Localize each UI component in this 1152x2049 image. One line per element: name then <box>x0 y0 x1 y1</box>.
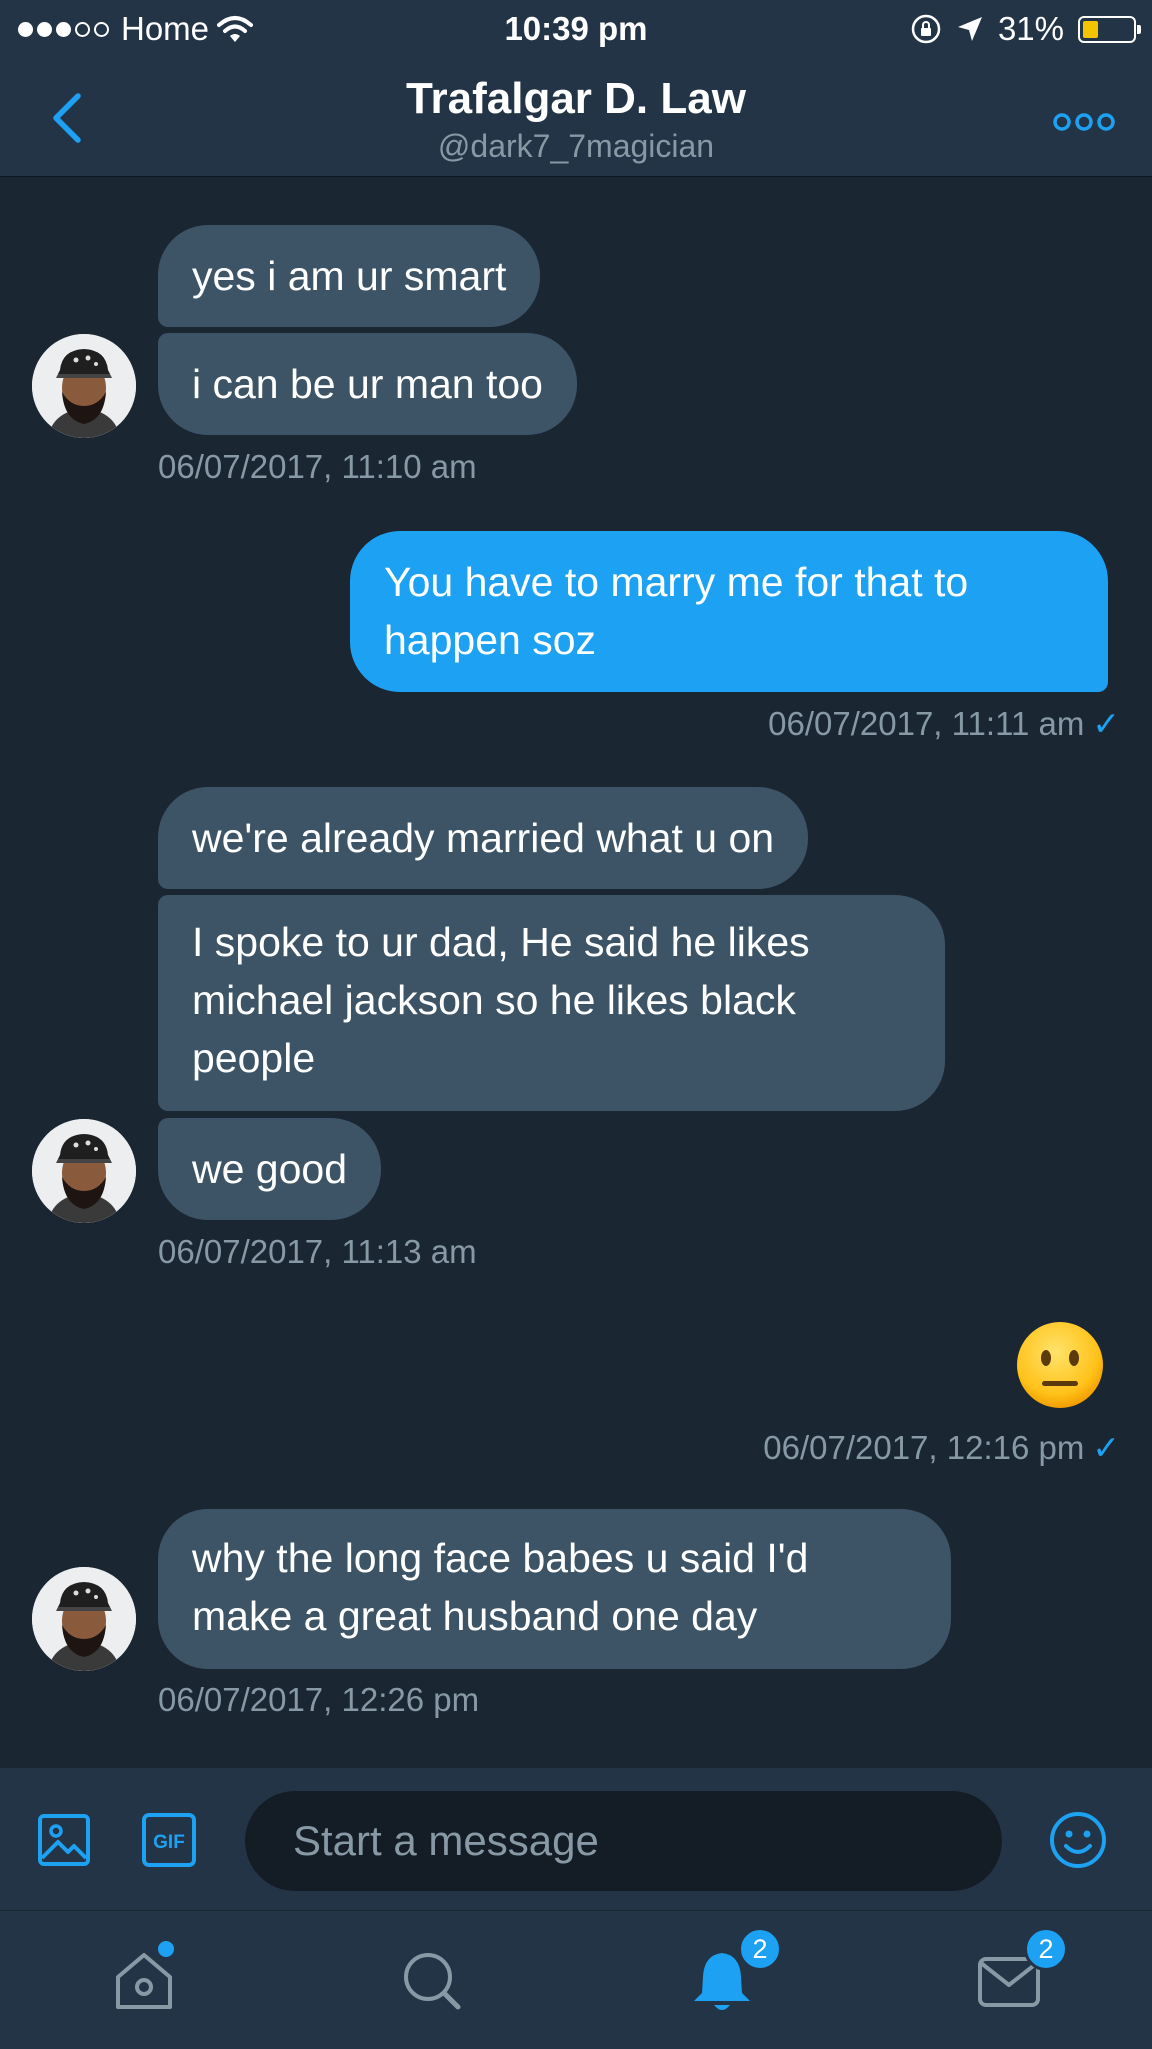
status-right: 31% <box>910 10 1141 48</box>
contact-handle[interactable]: @dark7_7magician <box>0 128 1152 165</box>
status-bar: Home 10:39 pm 31% <box>0 0 1152 58</box>
message-bubble-outgoing[interactable]: You have to marry me for that to happen … <box>350 531 1108 692</box>
battery-icon <box>1078 15 1141 43</box>
message-bubble-incoming[interactable]: I spoke to ur dad, He said he likes mich… <box>158 895 945 1111</box>
rotation-lock-icon <box>911 14 941 44</box>
message-list[interactable]: yes i am ur smart i can be ur man too 06… <box>0 176 1152 1768</box>
photo-icon[interactable] <box>36 1812 92 1868</box>
contact-name[interactable]: Trafalgar D. Law <box>0 74 1152 124</box>
location-arrow-icon <box>957 17 982 41</box>
tab-bar: 2 2 <box>0 1910 1152 2049</box>
tab-messages[interactable]: 2 <box>974 1927 1068 2017</box>
message-input[interactable] <box>245 1791 1002 1891</box>
neutral-face-emoji-icon[interactable] <box>1015 1320 1105 1410</box>
message-timestamp-outgoing: 06/07/2017, 12:16 pm ✓ <box>763 1428 1120 1467</box>
message-composer: GIF <box>0 1768 1152 1910</box>
timestamp-text: 06/07/2017, 11:11 am <box>768 705 1085 742</box>
timestamp-text: 06/07/2017, 12:16 pm <box>763 1429 1085 1466</box>
gif-label: GIF <box>153 1832 185 1853</box>
tab-notifications[interactable]: 2 <box>686 1927 782 2017</box>
emoji-picker-icon[interactable] <box>1048 1810 1108 1870</box>
tab-search[interactable] <box>396 1945 468 2017</box>
message-bubble-incoming[interactable]: we're already married what u on <box>158 787 809 889</box>
tab-home[interactable] <box>108 1941 180 2017</box>
conversation-header: Trafalgar D. Law @dark7_7magician <box>0 58 1152 177</box>
more-options-icon[interactable] <box>1052 110 1116 134</box>
contact-avatar[interactable] <box>32 334 136 438</box>
new-content-dot <box>158 1941 174 1957</box>
message-bubble-incoming[interactable]: i can be ur man too <box>158 333 577 435</box>
gif-icon[interactable]: GIF <box>141 1812 197 1868</box>
sent-checkmark-icon: ✓ <box>1092 705 1120 742</box>
sent-checkmark-icon: ✓ <box>1092 1429 1120 1466</box>
battery-percent: 31% <box>997 10 1064 47</box>
message-timestamp: 06/07/2017, 12:26 pm <box>158 1681 480 1718</box>
message-timestamp: 06/07/2017, 11:13 am <box>158 1233 477 1270</box>
battery-level-fill <box>1083 20 1098 38</box>
contact-avatar[interactable] <box>32 1119 136 1223</box>
messages-badge: 2 <box>1024 1927 1068 1971</box>
message-timestamp: 06/07/2017, 11:10 am <box>158 448 477 485</box>
message-bubble-incoming[interactable]: we good <box>158 1118 382 1220</box>
message-bubble-incoming[interactable]: why the long face babes u said I'd make … <box>158 1509 951 1669</box>
search-icon <box>404 1953 461 2010</box>
contact-avatar[interactable] <box>32 1567 136 1671</box>
notifications-badge: 2 <box>738 1927 782 1971</box>
message-bubble-incoming[interactable]: yes i am ur smart <box>158 225 541 327</box>
message-timestamp-outgoing: 06/07/2017, 11:11 am ✓ <box>768 704 1120 743</box>
